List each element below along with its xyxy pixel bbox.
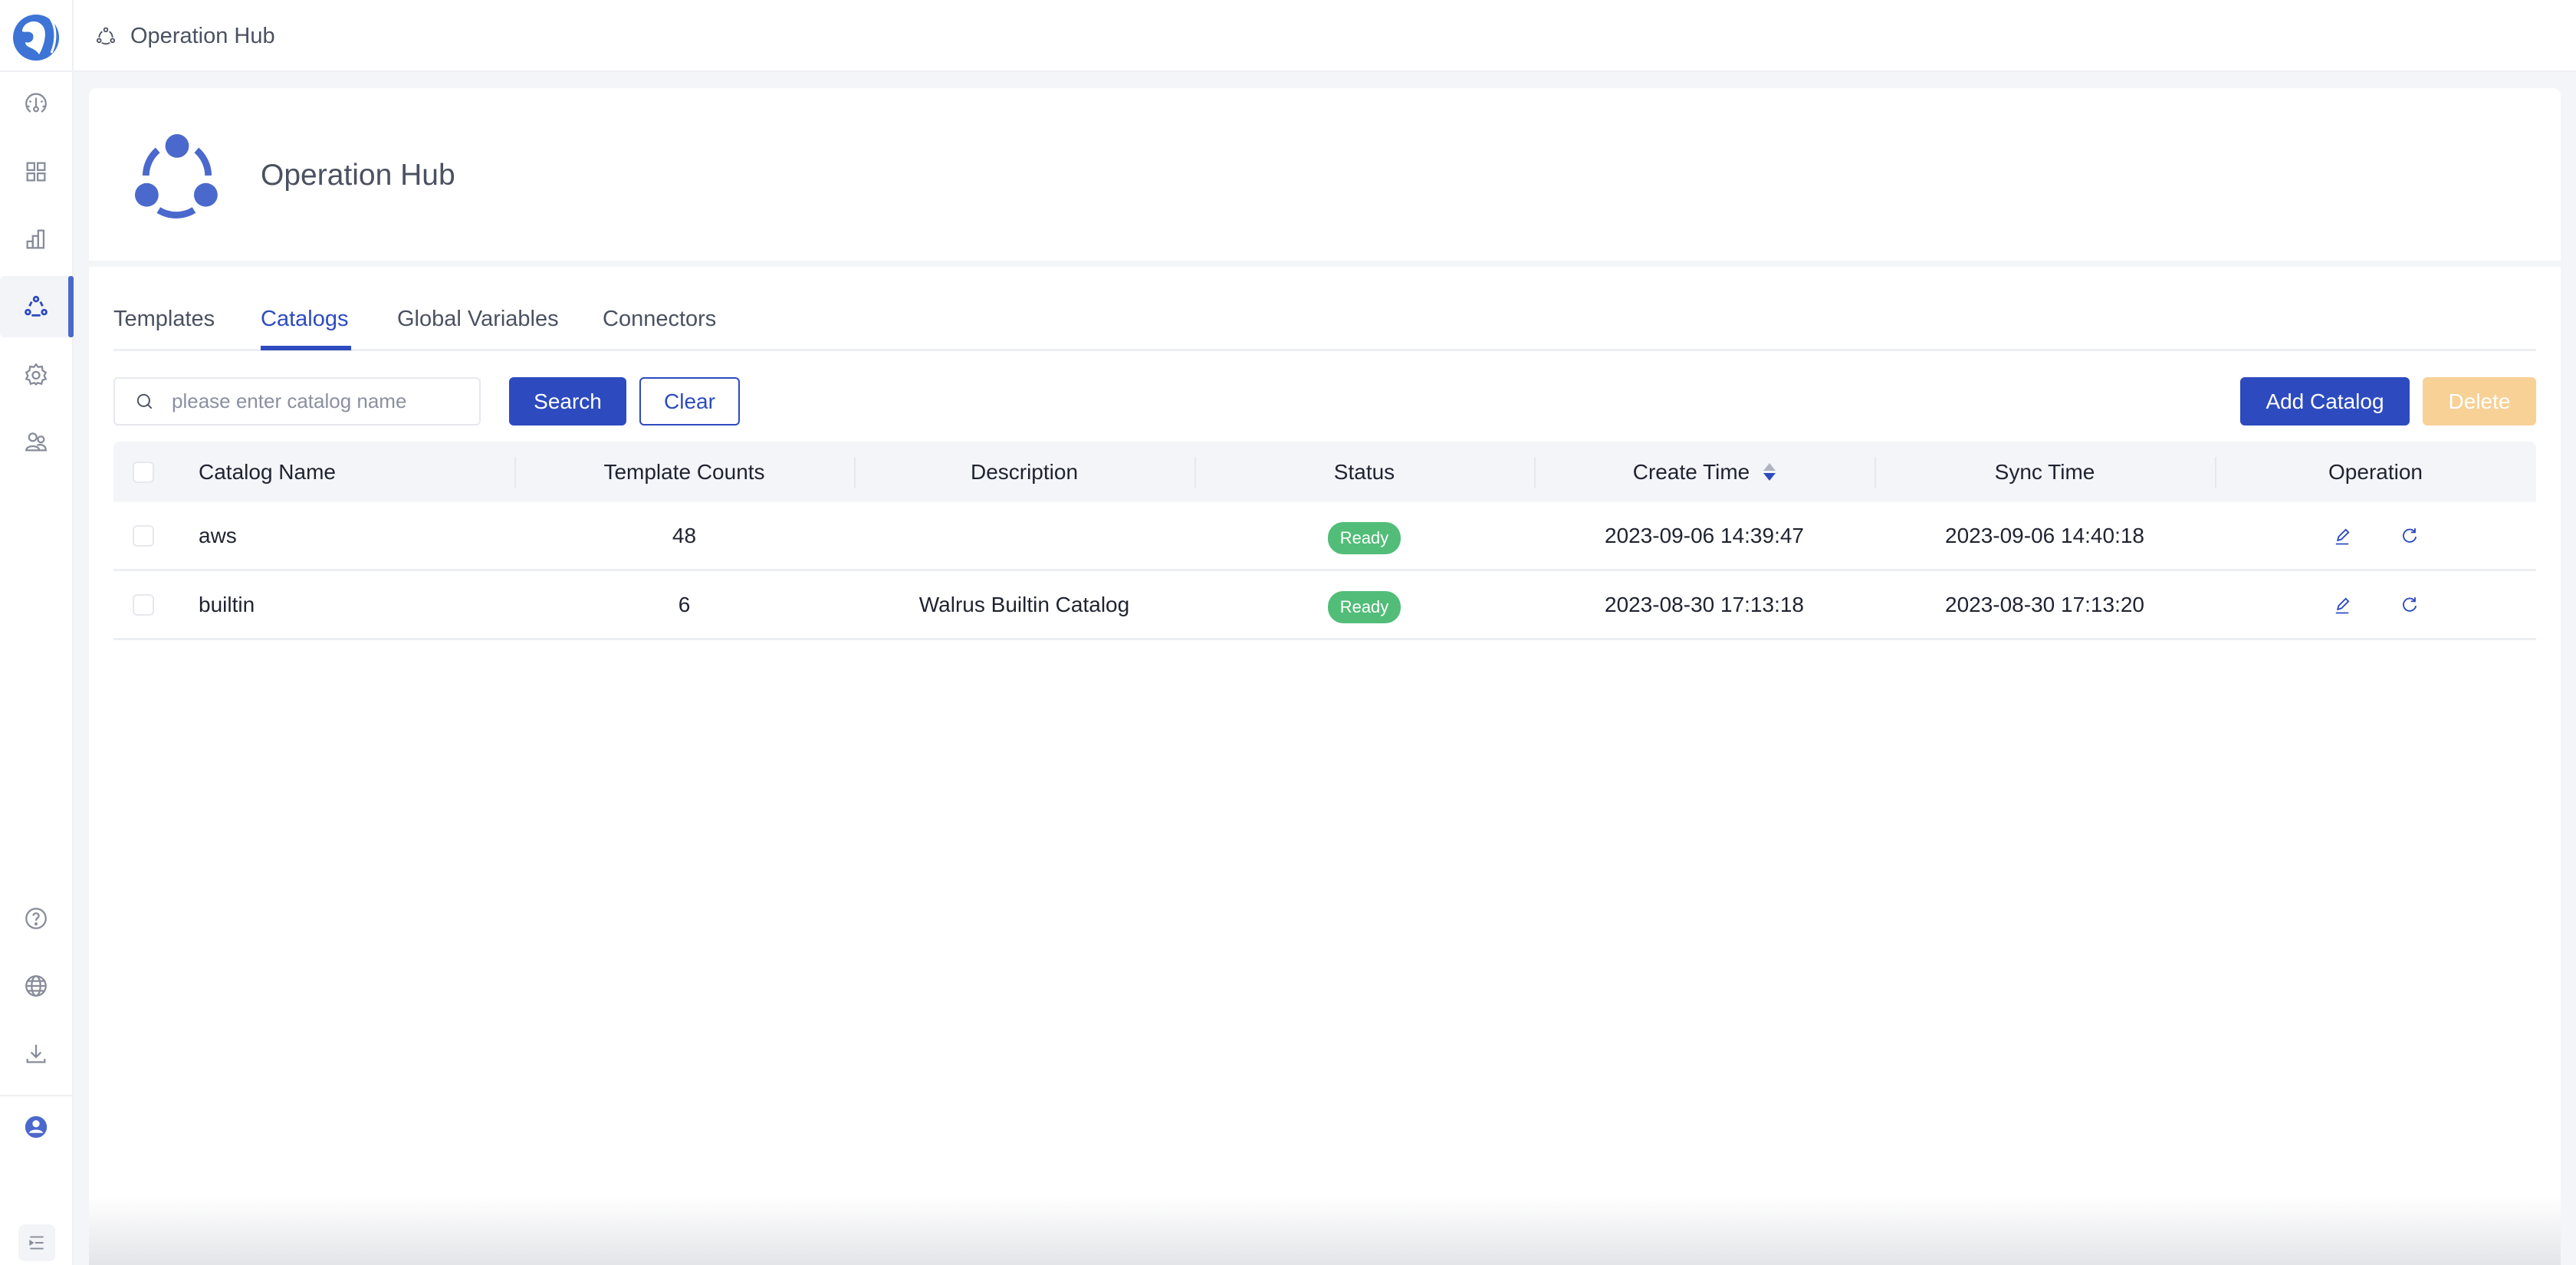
catalog-search-field[interactable]: [113, 377, 481, 426]
page-title: Operation Hub: [261, 159, 455, 192]
sidebar-item-profile[interactable]: [0, 1096, 72, 1158]
hub-icon: [96, 27, 116, 45]
active-tab-indicator: [261, 346, 351, 350]
select-all-cell: [113, 442, 172, 502]
row-select-cell: [113, 571, 172, 638]
sidebar: [0, 72, 74, 1265]
row-checkbox[interactable]: [132, 524, 154, 547]
row-checkbox[interactable]: [132, 593, 154, 616]
gauge-icon: [25, 93, 47, 113]
sidebar-item-applications[interactable]: [0, 141, 72, 202]
status-badge: Ready: [1327, 590, 1401, 623]
catalog-name: aws: [199, 523, 237, 547]
catalog-search-input[interactable]: [172, 389, 463, 413]
catalog-description: [854, 502, 1194, 569]
sidebar-item-settings[interactable]: [0, 343, 72, 405]
table-row: aws 48 Ready 2023-09-06 14:39:47 2023-09…: [113, 502, 2536, 571]
users-icon: [25, 432, 47, 452]
template-count: 6: [678, 592, 691, 616]
walrus-logo-icon: [13, 15, 59, 61]
sort-descending-icon[interactable]: [1763, 463, 1776, 481]
catalogs-panel: Templates Catalogs Global Variables Conn…: [89, 267, 2561, 1265]
sidebar-item-help[interactable]: [0, 888, 72, 949]
status-cell: Ready: [1194, 502, 1534, 569]
hub-icon: [25, 295, 48, 317]
create-time: 2023-08-30 17:13:18: [1605, 592, 1804, 616]
user-avatar-icon: [25, 1116, 48, 1138]
collapse-sidebar-button[interactable]: [18, 1224, 55, 1261]
top-bar: Operation Hub: [0, 0, 2576, 72]
sidebar-item-dashboard[interactable]: [0, 74, 72, 135]
sidebar-item-operation-hub[interactable]: [0, 276, 74, 337]
create-time-label: Create Time: [1632, 459, 1750, 484]
sync-time: 2023-08-30 17:13:20: [1945, 592, 2144, 616]
column-header-catalog-name: Catalog Name: [199, 459, 336, 484]
globe-icon: [25, 975, 47, 997]
column-header-description: Description: [970, 459, 1079, 484]
download-icon: [26, 1044, 46, 1063]
template-count: 48: [672, 523, 697, 547]
bar-chart-icon: [26, 229, 45, 249]
catalogs-table: Catalog Name Template Counts Description…: [113, 442, 2536, 640]
table-row: builtin 6 Walrus Builtin Catalog Ready 2…: [113, 571, 2536, 640]
select-all-checkbox[interactable]: [132, 461, 154, 483]
row-select-cell: [113, 502, 172, 569]
sidebar-item-users[interactable]: [0, 411, 72, 472]
operation-cell: [2215, 571, 2536, 638]
sidebar-item-download[interactable]: [0, 1023, 72, 1084]
collapse-menu-icon: [29, 1236, 44, 1250]
sidebar-item-cost[interactable]: [0, 209, 72, 270]
sync-time: 2023-09-06 14:40:18: [1945, 523, 2144, 547]
create-time: 2023-09-06 14:39:47: [1605, 523, 1804, 547]
tab-connectors[interactable]: Connectors: [603, 307, 716, 332]
column-header-sync-time: Sync Time: [1994, 459, 2095, 484]
app: Operation Hub Operation Hub Templates Ca…: [0, 0, 2576, 1265]
gear-icon: [25, 363, 48, 386]
question-icon: [25, 908, 47, 929]
edit-icon[interactable]: [2331, 594, 2353, 616]
operation-cell: [2215, 502, 2536, 569]
page-header-card: Operation Hub: [89, 88, 2561, 261]
tab-bar: Templates Catalogs Global Variables Conn…: [113, 267, 2536, 351]
column-header-status: Status: [1333, 459, 1395, 484]
catalog-description: Walrus Builtin Catalog: [918, 592, 1130, 616]
breadcrumb-label: Operation Hub: [130, 23, 275, 48]
sync-icon[interactable]: [2399, 525, 2420, 547]
delete-button[interactable]: Delete: [2423, 377, 2536, 426]
operation-hub-icon: [135, 134, 218, 219]
bottom-shadow: [89, 1196, 2561, 1265]
column-header-create-time[interactable]: Create Time: [1534, 442, 1875, 502]
breadcrumb: Operation Hub: [95, 0, 275, 72]
logo[interactable]: [0, 0, 74, 72]
column-header-template-counts: Template Counts: [603, 459, 765, 484]
add-catalog-button[interactable]: Add Catalog: [2240, 377, 2410, 426]
sidebar-item-language[interactable]: [0, 955, 72, 1017]
column-header-operation: Operation: [2328, 459, 2423, 484]
tab-templates[interactable]: Templates: [113, 307, 215, 332]
sync-icon[interactable]: [2399, 594, 2420, 616]
tab-global-variables[interactable]: Global Variables: [397, 307, 559, 332]
status-badge: Ready: [1327, 521, 1401, 554]
grid-icon: [26, 162, 46, 182]
table-header: Catalog Name Template Counts Description…: [113, 442, 2536, 502]
status-cell: Ready: [1194, 571, 1534, 638]
edit-icon[interactable]: [2331, 525, 2353, 547]
search-icon: [136, 393, 153, 409]
search-button[interactable]: Search: [509, 377, 626, 426]
clear-button[interactable]: Clear: [639, 377, 740, 426]
tab-catalogs[interactable]: Catalogs: [261, 307, 348, 332]
catalog-name: builtin: [199, 592, 255, 616]
